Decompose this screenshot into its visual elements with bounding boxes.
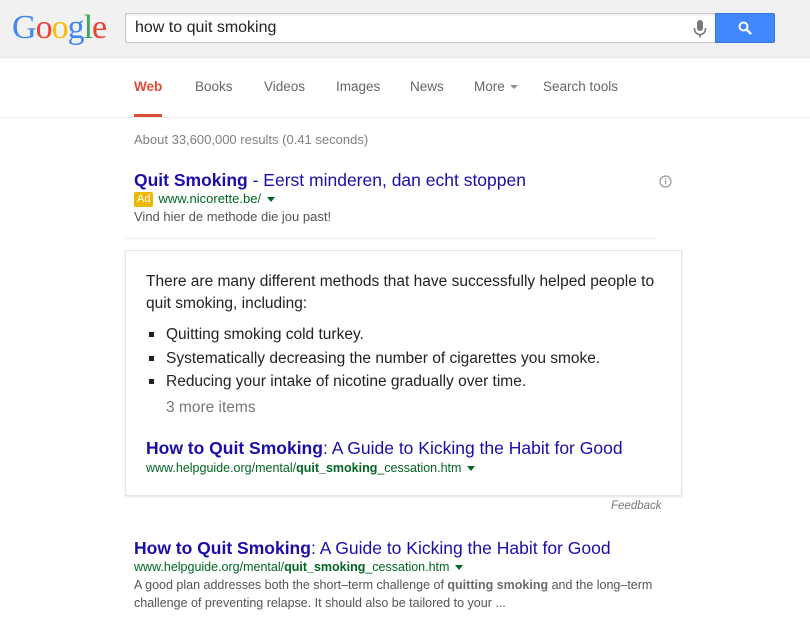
divider	[125, 238, 655, 239]
link-rest: : A Guide to Kicking the Habit for Good	[322, 438, 623, 458]
url-pre: www.helpguide.org/mental/	[146, 461, 297, 475]
answer-card: There are many different methods that ha…	[125, 250, 682, 496]
url-bold: quit_smoking	[296, 461, 378, 475]
result-url: www.helpguide.org/mental/quit_smoking_ce…	[134, 560, 464, 574]
tab-label: Videos	[264, 79, 306, 94]
ad-title-rest: - Eerst minderen, dan echt stoppen	[247, 170, 526, 190]
tab-videos[interactable]: Videos	[264, 78, 305, 117]
answer-source-url: www.helpguide.org/mental/quit_smoking_ce…	[146, 461, 476, 475]
snippet-bold: quitting smoking	[447, 578, 549, 592]
url-bold: quit_smoking	[284, 560, 366, 574]
search-tabs: Web Books Videos Images News More Search…	[0, 58, 810, 118]
tab-search-tools[interactable]: Search tools	[543, 78, 618, 117]
tab-label: News	[410, 79, 444, 94]
snippet-part: A good plan addresses both the short–ter…	[134, 578, 448, 592]
url-pre: www.helpguide.org/mental/	[134, 560, 285, 574]
ad-title-link[interactable]: Quit Smoking - Eerst minderen, dan echt …	[134, 170, 526, 191]
logo-letter: G	[12, 9, 37, 46]
tab-label: Books	[195, 79, 233, 94]
feedback-link[interactable]: Feedback	[611, 500, 662, 512]
chevron-down-icon	[509, 85, 518, 90]
tab-label: More	[474, 79, 505, 94]
tab-books[interactable]: Books	[195, 78, 233, 117]
chevron-down-icon[interactable]	[467, 466, 476, 472]
url-post: _cessation.htm	[365, 560, 450, 574]
logo-letter: l	[83, 9, 94, 46]
answer-source-link[interactable]: How to Quit Smoking: A Guide to Kicking …	[146, 438, 623, 459]
logo-letter: g	[67, 9, 85, 46]
ad-url-line: Ad www.nicorette.be/	[134, 191, 276, 207]
tab-news[interactable]: News	[410, 78, 444, 117]
ad-badge: Ad	[134, 192, 154, 207]
more-items-link[interactable]: 3 more items	[166, 399, 256, 417]
chevron-down-icon[interactable]	[267, 197, 276, 203]
url-post: _cessation.htm	[377, 461, 462, 475]
tab-images[interactable]: Images	[336, 78, 380, 117]
link-bold: How to Quit Smoking	[146, 438, 323, 458]
header: Google	[0, 0, 810, 58]
google-logo[interactable]: Google	[12, 8, 107, 48]
title-bold: How to Quit Smoking	[134, 538, 311, 558]
answer-text: There are many different methods that ha…	[146, 273, 655, 312]
list-item: Reducing your intake of nicotine gradual…	[146, 370, 600, 394]
logo-letter: o	[35, 9, 53, 46]
result-title-link[interactable]: How to Quit Smoking: A Guide to Kicking …	[134, 538, 611, 559]
search-box	[125, 13, 715, 43]
ad-description: Vind hier de methode die jou past!	[134, 209, 332, 224]
list-item: Systematically decreasing the number of …	[146, 347, 600, 371]
ad-title-bold: Quit Smoking	[134, 170, 248, 190]
search-icon	[738, 21, 752, 35]
result-stats: About 33,600,000 results (0.41 seconds)	[134, 132, 369, 147]
answer-list: Quitting smoking cold turkey. Systematic…	[146, 323, 600, 394]
tab-label: Images	[336, 79, 381, 94]
tab-label: Web	[134, 79, 163, 94]
microphone-icon[interactable]	[691, 19, 709, 39]
logo-letter: e	[92, 9, 107, 46]
tab-web[interactable]: Web	[134, 78, 163, 117]
logo-letter: o	[51, 9, 69, 46]
search-input[interactable]	[126, 14, 686, 42]
ad-url: www.nicorette.be/	[158, 191, 262, 206]
list-item: Quitting smoking cold turkey.	[146, 323, 600, 347]
search-button[interactable]	[715, 13, 775, 43]
tab-label: Search tools	[543, 79, 619, 94]
info-icon[interactable]	[659, 175, 672, 188]
title-rest: : A Guide to Kicking the Habit for Good	[310, 538, 611, 558]
tab-more[interactable]: More	[474, 78, 518, 117]
result-snippet: A good plan addresses both the short–ter…	[134, 576, 654, 612]
chevron-down-icon[interactable]	[455, 565, 464, 571]
